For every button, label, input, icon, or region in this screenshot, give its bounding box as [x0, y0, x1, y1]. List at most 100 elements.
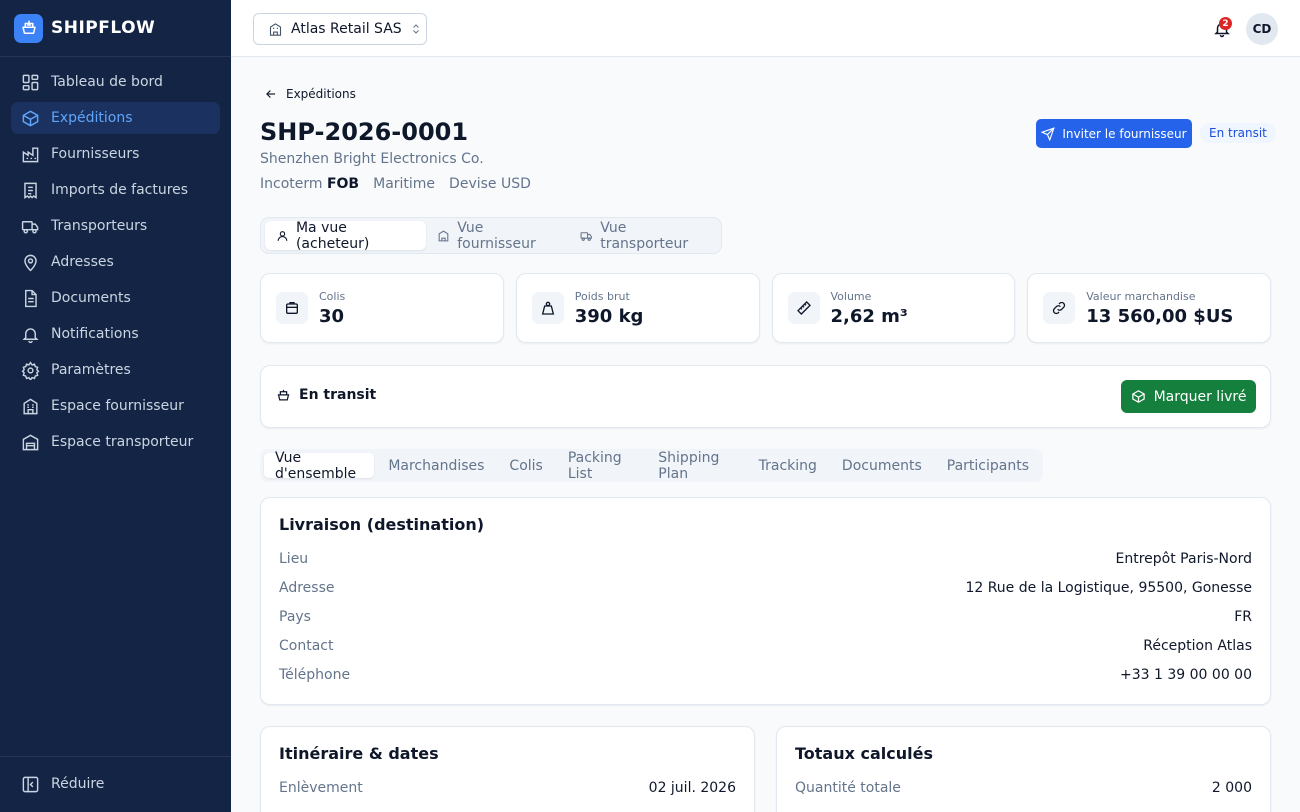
sidebar-item-label: Transporteurs — [51, 218, 148, 234]
row-value: Entrepôt Paris-Nord — [1115, 551, 1252, 567]
current-status-label: En transit — [299, 387, 377, 403]
ruler-icon — [787, 292, 820, 324]
sidebar-item-label: Paramètres — [51, 362, 131, 378]
card-title: Livraison (destination) — [279, 515, 485, 534]
sidebar-item-dashboard[interactable]: Tableau de bord — [11, 66, 220, 98]
view-supplier-label: Vue fournisseur — [457, 219, 536, 252]
sidebar-item-supplier-space[interactable]: Espace fournisseur — [11, 390, 220, 422]
shipflow-logo-icon — [14, 13, 43, 43]
arrow-left-icon — [266, 90, 276, 98]
itinerary-card: Itinéraire & dates Enlèvement 02 juil. 20… — [260, 726, 755, 812]
collapse-label: Réduire — [51, 776, 105, 792]
row-value: FR — [1234, 609, 1252, 625]
kpi-card-volume: Volume 2,62 m³ — [771, 273, 1016, 343]
document-icon — [25, 289, 37, 307]
tab-tracking[interactable]: Tracking — [748, 453, 828, 478]
sidebar-item-label: Espace transporteur — [51, 434, 194, 450]
tab-goods[interactable]: Marchandises — [377, 453, 495, 478]
row-key: Quantité totale — [795, 780, 901, 796]
mark-delivered-button[interactable]: Marquer livré — [1121, 380, 1256, 413]
kpi-label: Volume — [830, 289, 872, 303]
sidebar-item-carrier-space[interactable]: Espace transporteur — [11, 426, 220, 458]
weight-icon — [531, 292, 564, 324]
row-key: Contact — [279, 638, 334, 654]
tab-overview[interactable]: Vue d'ensemble — [264, 450, 375, 482]
status-card: En transit Marquer livré — [260, 365, 1271, 428]
page-title: SHP-2026-0001 — [260, 118, 469, 146]
tab-packages[interactable]: Colis — [498, 453, 553, 478]
package-check-icon — [1131, 390, 1145, 403]
incoterm-value: FOB — [326, 176, 360, 192]
row-value: +33 1 39 00 00 00 — [1120, 667, 1252, 683]
notification-count-badge: 2 — [1219, 17, 1232, 30]
row-key: Lieu — [279, 551, 309, 567]
brand[interactable]: SHIPFLOW — [0, 0, 231, 57]
tab-packing-list[interactable]: Packing List — [557, 450, 644, 482]
sidebar-footer: Réduire — [0, 756, 231, 812]
invite-supplier-button[interactable]: Inviter le fournisseur — [1036, 119, 1192, 148]
kpi-label: Colis — [319, 289, 346, 303]
detail-row: Lieu Entrepôt Paris-Nord — [279, 551, 1252, 571]
sidebar-item-label: Notifications — [51, 326, 139, 342]
sidebar-item-carriers[interactable]: Transporteurs — [11, 210, 220, 242]
kpi-value: 30 — [319, 305, 345, 327]
kpi-value: 390 kg — [574, 305, 644, 327]
chevron-up-down-icon — [412, 24, 419, 34]
row-value: Réception Atlas — [1143, 638, 1252, 654]
gear-icon — [21, 360, 40, 380]
view-switcher: Ma vue (acheteur) Vue fournisseur Vue tr… — [260, 217, 722, 254]
truck-icon — [580, 231, 593, 241]
ship-icon — [277, 389, 290, 400]
view-supplier-button[interactable]: Vue fournisseur — [426, 219, 569, 252]
sidebar-item-label: Fournisseurs — [51, 146, 140, 162]
building-icon — [23, 398, 38, 414]
sidebar-item-label: Espace fournisseur — [51, 398, 184, 414]
row-value: 2 000 — [1211, 780, 1252, 796]
sidebar-item-documents[interactable]: Documents — [11, 282, 220, 314]
organization-name: Atlas Retail SAS — [291, 21, 402, 37]
sidebar-item-label: Tableau de bord — [51, 74, 163, 90]
card-title: Itinéraire & dates — [279, 744, 439, 763]
send-icon — [1041, 126, 1056, 141]
sidebar-item-shipments[interactable]: Expéditions — [11, 102, 220, 134]
organization-select[interactable]: Atlas Retail SAS — [253, 13, 427, 45]
view-buyer-button[interactable]: Ma vue (acheteur) — [265, 219, 427, 252]
sidebar-item-addresses[interactable]: Adresses — [11, 246, 220, 278]
view-carrier-label: Vue transporteur — [600, 219, 689, 252]
building-icon — [438, 229, 449, 241]
supplier-name: Shenzhen Bright Electronics Co. — [260, 151, 484, 167]
link-icon — [1043, 292, 1076, 324]
kpi-label: Valeur marchandise — [1086, 289, 1196, 303]
detail-row: Pays FR — [279, 609, 1252, 629]
tab-documents[interactable]: Documents — [831, 453, 933, 478]
view-buyer-label: Ma vue (acheteur) — [295, 219, 370, 252]
bell-icon — [22, 327, 39, 343]
currency: Devise USD — [449, 176, 531, 192]
kpi-card-gross-weight: Poids brut 390 kg — [515, 273, 760, 343]
sidebar-item-label: Expéditions — [51, 110, 133, 126]
map-pin-icon — [24, 254, 37, 271]
view-carrier-button[interactable]: Vue transporteur — [569, 219, 721, 252]
totals-card: Totaux calculés Quantité totale 2 000 — [776, 726, 1271, 812]
collapse-icon — [22, 776, 39, 792]
transport-mode: Maritime — [373, 176, 436, 192]
current-status: En transit — [276, 387, 376, 403]
kpi-value: 13 560,00 $US — [1086, 305, 1234, 327]
collapse-sidebar-button[interactable]: Réduire — [11, 768, 220, 800]
sidebar-item-notifications[interactable]: Notifications — [11, 318, 220, 350]
building-icon — [269, 22, 282, 36]
back-to-shipments-link[interactable]: Expéditions — [264, 87, 356, 101]
sidebar-item-label: Documents — [51, 290, 131, 306]
tab-shipping-plan[interactable]: Shipping Plan — [647, 450, 744, 482]
detail-row: Téléphone +33 1 39 00 00 00 — [279, 667, 1252, 687]
sidebar-item-invoice-imports[interactable]: Imports de factures — [11, 174, 220, 206]
sidebar-item-settings[interactable]: Paramètres — [11, 354, 220, 386]
kpi-label: Poids brut — [574, 289, 630, 303]
detail-tabs: Vue d'ensemble Marchandises Colis Packin… — [260, 449, 1043, 482]
sidebar-item-suppliers[interactable]: Fournisseurs — [11, 138, 220, 170]
row-value: 12 Rue de la Logistique, 95500, Gonesse — [965, 580, 1252, 596]
row-key: Pays — [279, 609, 311, 625]
tab-participants[interactable]: Participants — [936, 453, 1040, 478]
user-avatar[interactable]: CD — [1246, 13, 1278, 45]
shipment-meta: Incoterm FOB Maritime Devise USD — [260, 176, 531, 192]
